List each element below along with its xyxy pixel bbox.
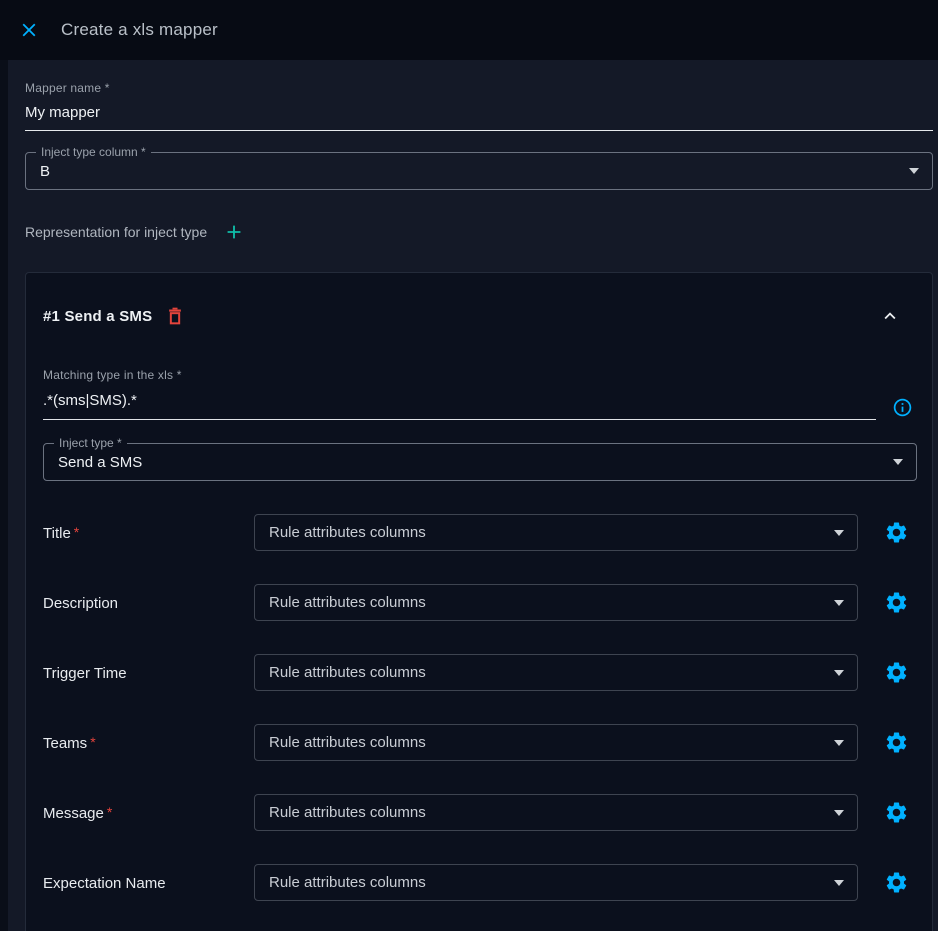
rule-attributes-select[interactable]: Rule attributes columns — [254, 584, 858, 621]
gear-icon — [884, 660, 909, 685]
representation-card: #1 Send a SMS Matching type in the xls *… — [25, 272, 933, 931]
chevron-down-icon — [834, 880, 844, 886]
inject-type-column-value: B — [26, 163, 50, 180]
close-icon[interactable] — [18, 19, 40, 41]
field-row-description: Description Rule attributes columns — [43, 584, 913, 621]
delete-representation-button[interactable] — [165, 306, 185, 326]
matching-type-info-button[interactable] — [892, 397, 913, 418]
required-asterisk: * — [107, 804, 112, 820]
field-row-teams: Teams* Rule attributes columns — [43, 724, 913, 761]
representation-label: Representation for inject type — [25, 224, 207, 240]
rule-attributes-select[interactable]: Rule attributes columns — [254, 794, 858, 831]
gear-icon — [884, 730, 909, 755]
chevron-down-icon — [909, 168, 919, 174]
gear-icon — [884, 590, 909, 615]
matching-type-label: Matching type in the xls * — [43, 368, 913, 382]
chevron-down-icon — [834, 530, 844, 536]
inject-type-select[interactable]: Inject type * Send a SMS — [43, 443, 917, 481]
field-row-title: Title* Rule attributes columns — [43, 514, 913, 551]
inject-type-label: Inject type * — [54, 436, 127, 450]
representation-section-header: Representation for inject type — [25, 221, 933, 243]
trash-icon — [165, 306, 185, 326]
info-icon — [892, 397, 913, 418]
gear-icon — [884, 520, 909, 545]
chevron-up-icon — [879, 305, 901, 327]
page-title: Create a xls mapper — [61, 20, 218, 40]
representation-title: #1 Send a SMS — [43, 308, 152, 325]
field-label: Expectation Name — [43, 874, 254, 892]
rule-attributes-select[interactable]: Rule attributes columns — [254, 724, 858, 761]
field-label: Title* — [43, 524, 254, 542]
field-label: Message* — [43, 804, 254, 822]
inject-type-value: Send a SMS — [44, 454, 142, 471]
close-x-glyph — [18, 19, 40, 41]
matching-type-input[interactable]: .*(sms|SMS).* — [43, 392, 876, 420]
mapper-name-label: Mapper name * — [25, 81, 933, 95]
chevron-down-icon — [893, 459, 903, 465]
field-settings-button[interactable] — [884, 520, 909, 545]
chevron-down-icon — [834, 740, 844, 746]
field-settings-button[interactable] — [884, 800, 909, 825]
inject-type-column-select[interactable]: Inject type column * B — [25, 152, 933, 190]
chevron-down-icon — [834, 600, 844, 606]
field-label: Teams* — [43, 734, 254, 752]
field-settings-button[interactable] — [884, 590, 909, 615]
field-label: Description — [43, 594, 254, 612]
chevron-down-icon — [834, 670, 844, 676]
rule-attributes-select[interactable]: Rule attributes columns — [254, 654, 858, 691]
chevron-down-icon — [834, 810, 844, 816]
add-representation-button[interactable] — [223, 221, 245, 243]
plus-icon — [223, 221, 245, 243]
inject-type-column-label: Inject type column * — [36, 145, 151, 159]
field-settings-button[interactable] — [884, 730, 909, 755]
field-row-expectation-name: Expectation Name Rule attributes columns — [43, 864, 913, 901]
matching-type-row: .*(sms|SMS).* — [43, 382, 913, 420]
gear-icon — [884, 870, 909, 895]
required-asterisk: * — [90, 734, 95, 750]
field-row-trigger-time: Trigger Time Rule attributes columns — [43, 654, 913, 691]
collapse-representation-button[interactable] — [879, 305, 901, 327]
representation-card-header: #1 Send a SMS — [43, 305, 913, 327]
field-row-message: Message* Rule attributes columns — [43, 794, 913, 831]
mapper-name-input[interactable]: My mapper — [25, 104, 933, 131]
field-label: Trigger Time — [43, 664, 254, 682]
rule-attributes-select[interactable]: Rule attributes columns — [254, 864, 858, 901]
required-asterisk: * — [74, 524, 79, 540]
mapper-form: Mapper name * My mapper Inject type colu… — [8, 60, 938, 931]
drawer-header: Create a xls mapper — [0, 0, 938, 60]
gear-icon — [884, 800, 909, 825]
field-settings-button[interactable] — [884, 870, 909, 895]
rule-attributes-select[interactable]: Rule attributes columns — [254, 514, 858, 551]
field-settings-button[interactable] — [884, 660, 909, 685]
